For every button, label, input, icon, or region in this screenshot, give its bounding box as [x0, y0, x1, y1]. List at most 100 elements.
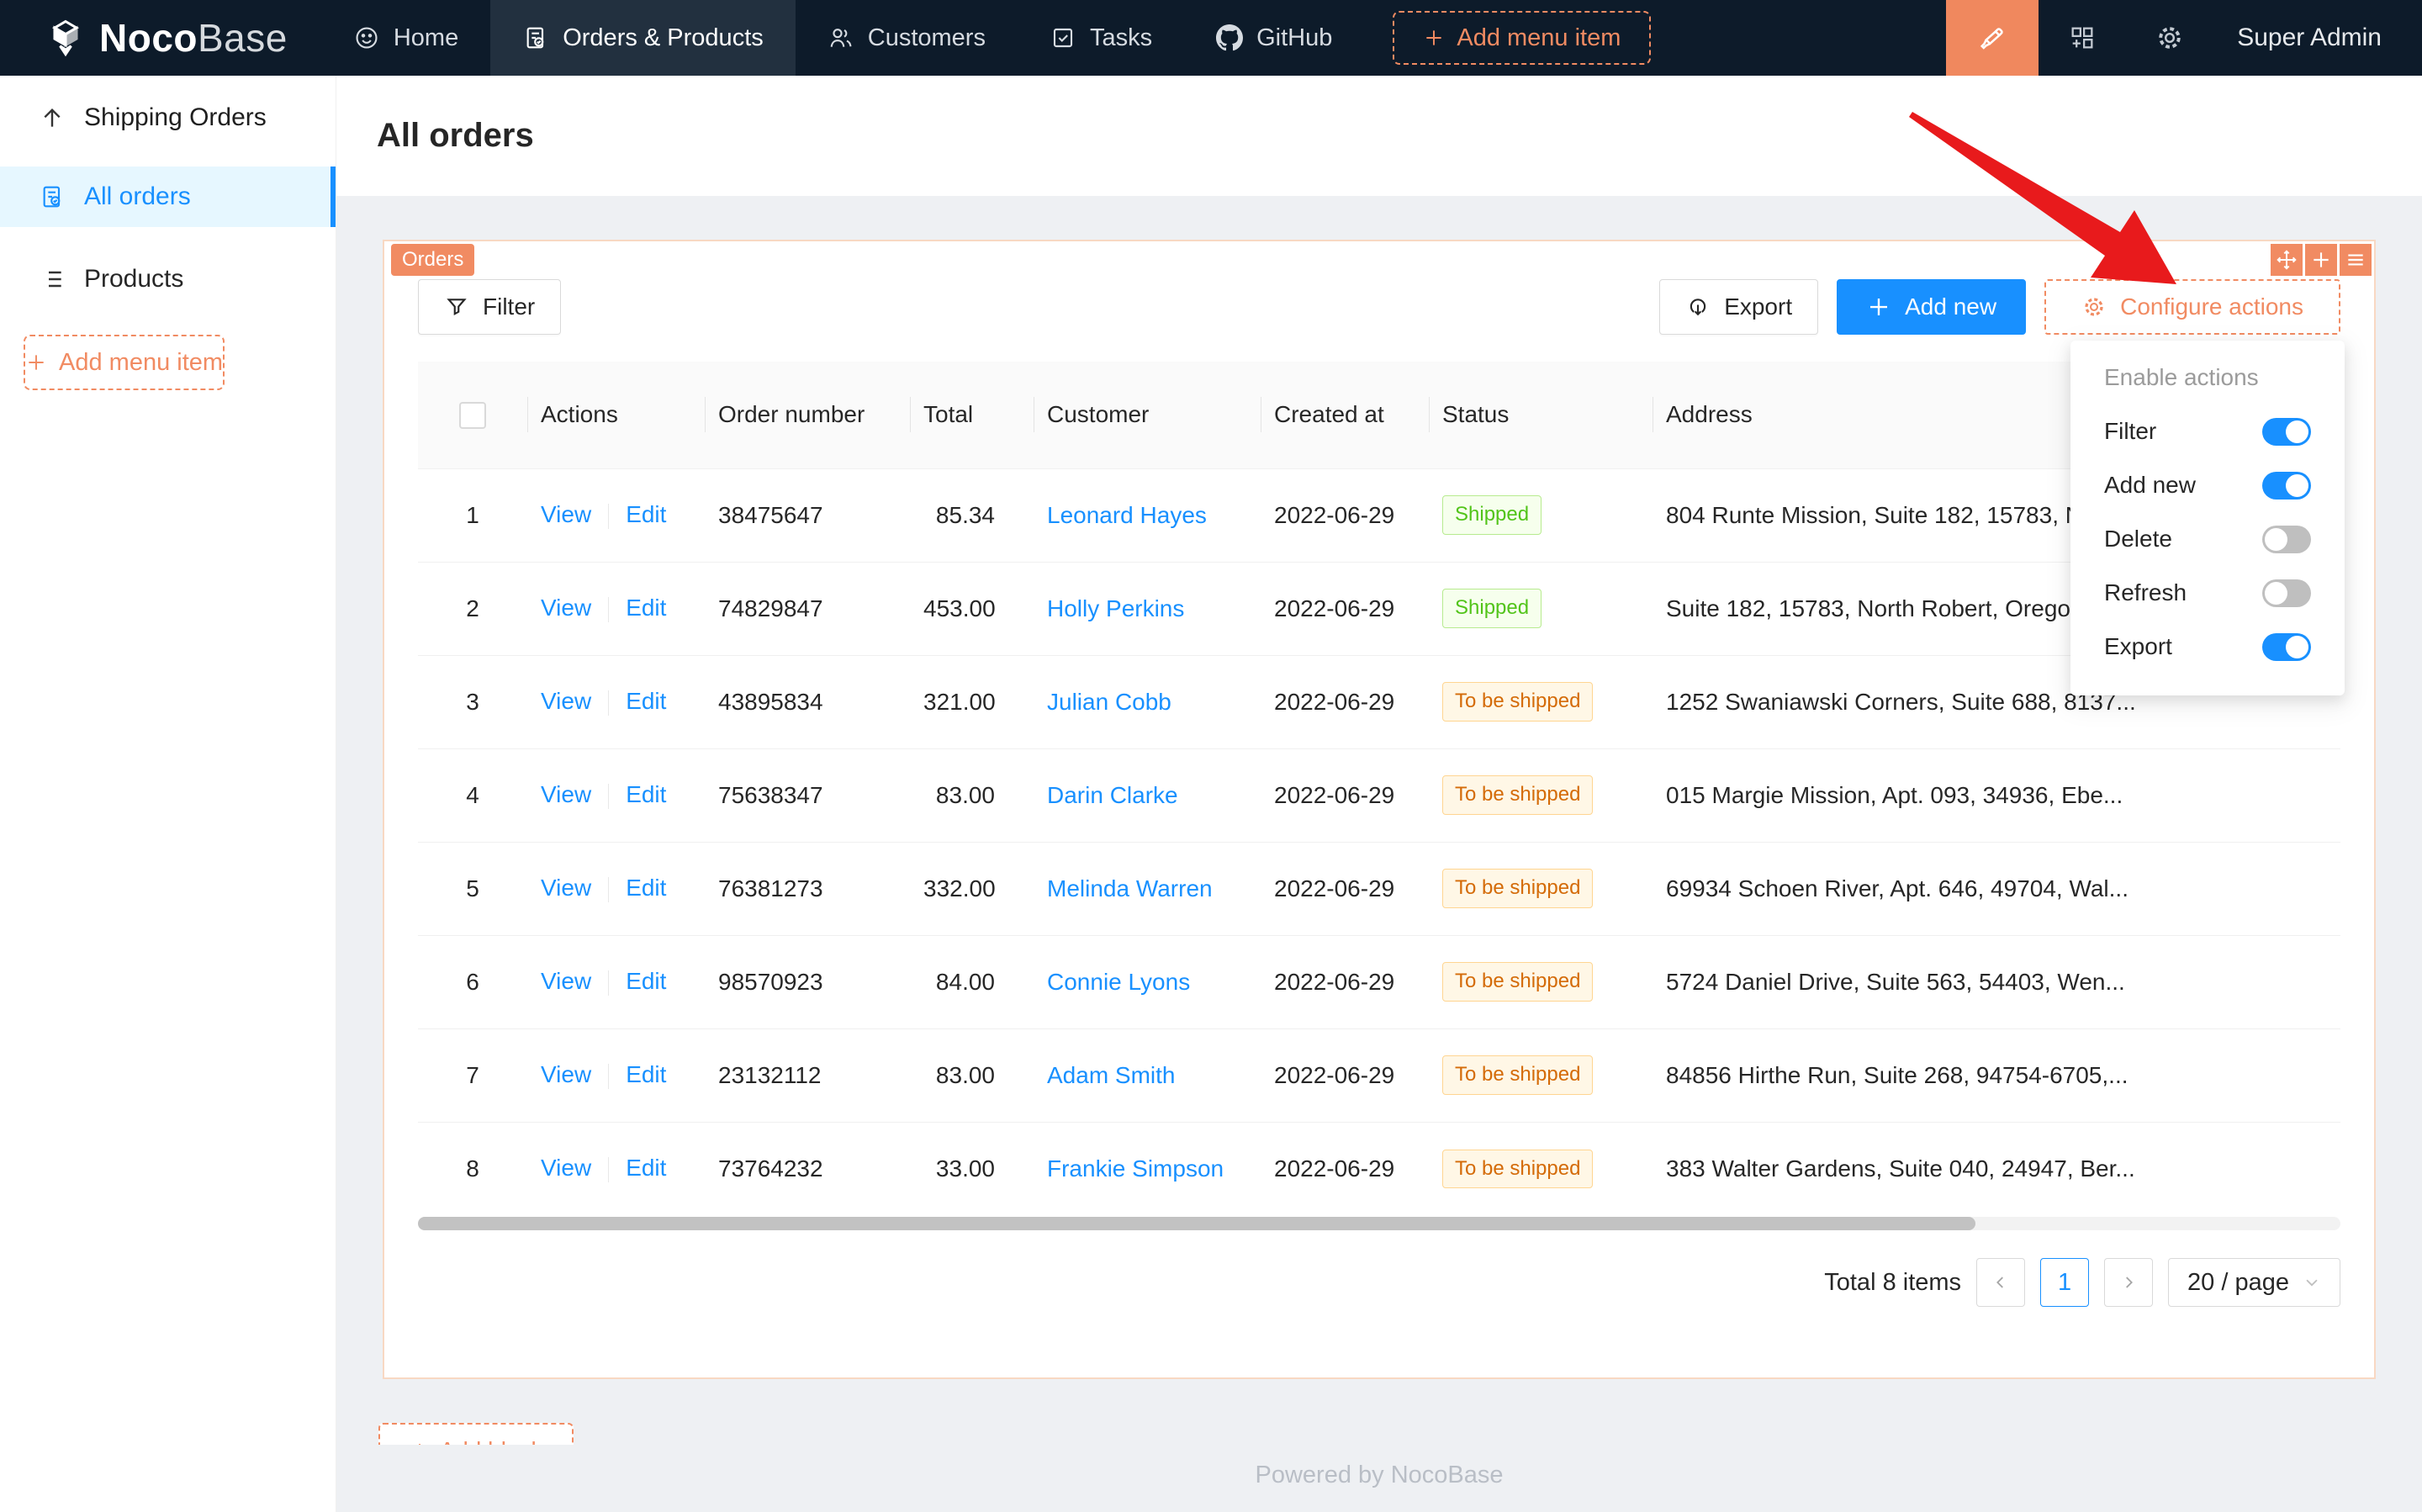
- column-header-customer[interactable]: Customer: [1034, 362, 1261, 468]
- edit-link[interactable]: Edit: [626, 781, 666, 807]
- export-toggle[interactable]: [2262, 633, 2311, 661]
- drag-handle-icon[interactable]: [2271, 244, 2303, 276]
- address-cell: 5724 Daniel Drive, Suite 563, 54403, Wen…: [1653, 935, 2340, 1028]
- total-cell: 321.00: [910, 655, 1034, 748]
- status-badge: Shipped: [1442, 589, 1542, 627]
- user-menu[interactable]: Super Admin: [2213, 24, 2422, 52]
- horizontal-scrollbar[interactable]: [418, 1217, 2340, 1230]
- nocobase-logo: NocoBase: [0, 15, 321, 61]
- table-row: 3 ViewEdit 43895834 321.00 Julian Cobb 2…: [418, 655, 2340, 748]
- address-cell: 015 Margie Mission, Apt. 093, 34936, Ebe…: [1653, 748, 2340, 842]
- edit-link[interactable]: Edit: [626, 875, 666, 901]
- refresh-toggle[interactable]: [2262, 579, 2311, 607]
- edit-link[interactable]: Edit: [626, 1061, 666, 1087]
- pagination-page-1[interactable]: 1: [2040, 1258, 2089, 1307]
- block-add-icon[interactable]: [2305, 244, 2337, 276]
- customer-link[interactable]: Holly Perkins: [1047, 595, 1184, 621]
- divider: [608, 784, 609, 809]
- dropdown-item-delete[interactable]: Delete: [2070, 512, 2345, 566]
- customer-link[interactable]: Julian Cobb: [1047, 689, 1171, 715]
- view-link[interactable]: View: [541, 875, 591, 901]
- settings-button[interactable]: [2126, 0, 2213, 76]
- navbar-add-menu-item-button[interactable]: Add menu item: [1393, 11, 1651, 65]
- page-title: All orders: [377, 117, 534, 155]
- nav-tab-orders-products[interactable]: Orders & Products: [490, 0, 796, 76]
- sidebar-group-shipping-orders[interactable]: Shipping Orders: [0, 87, 336, 148]
- customer-link[interactable]: Melinda Warren: [1047, 875, 1213, 901]
- divider: [608, 597, 609, 622]
- chevron-down-icon: [2303, 1273, 2321, 1292]
- column-header-order-number[interactable]: Order number: [705, 362, 910, 468]
- row-index: 3: [418, 655, 527, 748]
- ui-editor-button[interactable]: [1946, 0, 2039, 76]
- customer-link[interactable]: Adam Smith: [1047, 1062, 1176, 1088]
- select-all-checkbox[interactable]: [459, 402, 486, 429]
- dropdown-item-refresh[interactable]: Refresh: [2070, 566, 2345, 620]
- export-button[interactable]: Export: [1659, 279, 1818, 335]
- table-row: 5 ViewEdit 76381273 332.00 Melinda Warre…: [418, 842, 2340, 935]
- total-cell: 83.00: [910, 748, 1034, 842]
- page-size-select[interactable]: 20 / page: [2168, 1258, 2340, 1307]
- nav-tab-tasks[interactable]: Tasks: [1018, 0, 1184, 76]
- column-header-actions[interactable]: Actions: [527, 362, 705, 468]
- block-collection-badge: Orders: [391, 244, 474, 276]
- status-badge: To be shipped: [1442, 1055, 1593, 1094]
- view-link[interactable]: View: [541, 968, 591, 994]
- edit-link[interactable]: Edit: [626, 501, 666, 527]
- view-link[interactable]: View: [541, 501, 591, 527]
- nocobase-logo-icon: [44, 16, 87, 60]
- row-index: 7: [418, 1028, 527, 1122]
- filter-toggle[interactable]: [2262, 418, 2311, 446]
- add-block-button[interactable]: Add block: [378, 1423, 574, 1445]
- order-number-cell: 43895834: [705, 655, 910, 748]
- column-header-created-at[interactable]: Created at: [1261, 362, 1429, 468]
- sidebar-add-menu-item-button[interactable]: Add menu item: [24, 335, 225, 390]
- configure-actions-button[interactable]: Configure actions: [2044, 279, 2340, 335]
- add-new-toggle[interactable]: [2262, 472, 2311, 500]
- view-link[interactable]: View: [541, 1155, 591, 1181]
- delete-toggle[interactable]: [2262, 526, 2311, 553]
- pagination-prev-button[interactable]: [1976, 1258, 2025, 1307]
- view-link[interactable]: View: [541, 1061, 591, 1087]
- order-number-cell: 38475647: [705, 468, 910, 562]
- view-link[interactable]: View: [541, 781, 591, 807]
- add-new-button[interactable]: Add new: [1837, 279, 2026, 335]
- plugin-blocks-button[interactable]: [2039, 0, 2126, 76]
- customer-link[interactable]: Leonard Hayes: [1047, 502, 1207, 528]
- customer-link[interactable]: Connie Lyons: [1047, 969, 1190, 995]
- status-badge: To be shipped: [1442, 962, 1593, 1001]
- table-row: 1 ViewEdit 38475647 85.34 Leonard Hayes …: [418, 468, 2340, 562]
- status-badge: To be shipped: [1442, 869, 1593, 907]
- column-header-total[interactable]: Total: [910, 362, 1034, 468]
- sidebar-item-all-orders[interactable]: All orders: [0, 167, 336, 227]
- dropdown-item-export[interactable]: Export: [2070, 620, 2345, 674]
- edit-link[interactable]: Edit: [626, 595, 666, 621]
- edit-link[interactable]: Edit: [626, 1155, 666, 1181]
- pagination-next-button[interactable]: [2104, 1258, 2153, 1307]
- column-header-status[interactable]: Status: [1429, 362, 1653, 468]
- table-row: 2 ViewEdit 74829847 453.00 Holly Perkins…: [418, 562, 2340, 655]
- view-link[interactable]: View: [541, 688, 591, 714]
- dropdown-item-filter[interactable]: Filter: [2070, 404, 2345, 458]
- created-at-cell: 2022-06-29: [1261, 842, 1429, 935]
- divider: [608, 1064, 609, 1089]
- nav-tab-home[interactable]: Home: [321, 0, 490, 76]
- edit-link[interactable]: Edit: [626, 688, 666, 714]
- edit-link[interactable]: Edit: [626, 968, 666, 994]
- scrollbar-thumb[interactable]: [418, 1217, 1975, 1230]
- divider: [608, 970, 609, 996]
- customer-link[interactable]: Darin Clarke: [1047, 782, 1178, 808]
- sidebar-item-products[interactable]: Products: [0, 249, 336, 309]
- customer-link[interactable]: Frankie Simpson: [1047, 1155, 1224, 1182]
- dropdown-item-add-new[interactable]: Add new: [2070, 458, 2345, 512]
- nav-tab-github[interactable]: GitHub: [1184, 0, 1364, 76]
- divider: [608, 504, 609, 529]
- gear-icon: [2081, 294, 2107, 320]
- address-cell: 383 Walter Gardens, Suite 040, 24947, Be…: [1653, 1122, 2340, 1215]
- view-link[interactable]: View: [541, 595, 591, 621]
- filter-button[interactable]: Filter: [418, 279, 561, 335]
- block-menu-icon[interactable]: [2340, 244, 2372, 276]
- nav-tab-customers[interactable]: Customers: [796, 0, 1018, 76]
- powered-by-footer: Powered by NocoBase: [336, 1462, 2422, 1489]
- add-block-button-clipped[interactable]: Add block: [378, 1423, 574, 1445]
